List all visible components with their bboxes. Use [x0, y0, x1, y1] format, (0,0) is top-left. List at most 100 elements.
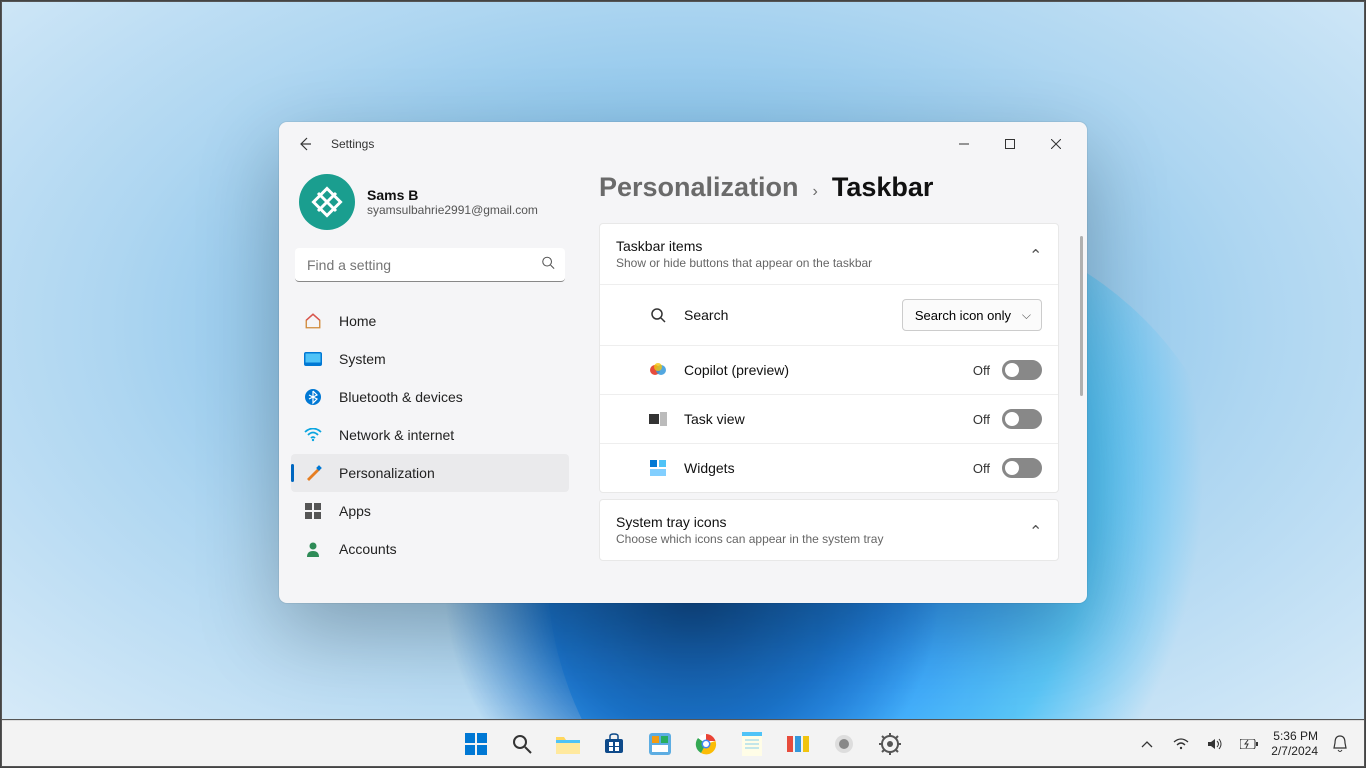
nav-label: Apps	[339, 503, 371, 519]
pinned-app-1[interactable]	[640, 724, 680, 764]
search-mode-dropdown[interactable]: Search icon only	[902, 299, 1042, 331]
task-view-toggle[interactable]	[1002, 409, 1042, 429]
folder-icon	[556, 734, 580, 754]
clock-time: 5:36 PM	[1271, 729, 1318, 743]
chrome-button[interactable]	[686, 724, 726, 764]
search-box	[295, 248, 565, 282]
app-icon	[833, 733, 855, 755]
store-icon	[603, 733, 625, 755]
back-arrow-icon	[297, 136, 313, 152]
wifi-icon	[303, 425, 323, 445]
paintbrush-icon	[303, 463, 323, 483]
clock-date: 2/7/2024	[1271, 744, 1318, 758]
profile-block[interactable]: Sams B syamsulbahrie2991@gmail.com	[291, 166, 569, 248]
maximize-icon	[1005, 139, 1015, 149]
toggle-state-label: Off	[973, 363, 990, 378]
notifications-button[interactable]	[1328, 735, 1352, 753]
os-taskbar: 5:36 PM 2/7/2024	[2, 720, 1364, 766]
row-label: Search	[684, 307, 902, 323]
nav-label: Bluetooth & devices	[339, 389, 463, 405]
widgets-toggle[interactable]	[1002, 458, 1042, 478]
widgets-icon	[648, 458, 668, 478]
windows-icon	[465, 733, 487, 755]
microsoft-store-button[interactable]	[594, 724, 634, 764]
row-label: Task view	[684, 411, 973, 427]
tray-expand-button[interactable]	[1135, 740, 1159, 748]
taskbar-center	[456, 724, 910, 764]
toggle-state-label: Off	[973, 412, 990, 427]
breadcrumb: Personalization › Taskbar	[599, 166, 1059, 223]
pinned-app-2[interactable]	[778, 724, 818, 764]
person-icon	[303, 539, 323, 559]
app-icon	[787, 733, 809, 755]
nav-network[interactable]: Network & internet	[291, 416, 569, 454]
nav-bluetooth[interactable]: Bluetooth & devices	[291, 378, 569, 416]
tray-clock[interactable]: 5:36 PM 2/7/2024	[1271, 729, 1318, 758]
nav-accounts[interactable]: Accounts	[291, 530, 569, 568]
profile-name: Sams B	[367, 187, 538, 203]
home-icon	[303, 311, 323, 331]
breadcrumb-current: Taskbar	[832, 172, 934, 203]
back-button[interactable]	[287, 126, 323, 162]
close-icon	[1051, 139, 1061, 149]
card-subtitle: Show or hide buttons that appear on the …	[616, 256, 1029, 270]
copilot-icon	[648, 360, 668, 380]
battery-tray-icon[interactable]	[1237, 739, 1261, 749]
search-icon	[541, 256, 555, 275]
row-task-view: Task view Off	[600, 394, 1058, 443]
app-icon	[649, 733, 671, 755]
card-title: Taskbar items	[616, 238, 1029, 254]
card-header-taskbar-items[interactable]: Taskbar items Show or hide buttons that …	[600, 224, 1058, 284]
minimize-icon	[959, 139, 969, 149]
avatar	[299, 174, 355, 230]
file-explorer-button[interactable]	[548, 724, 588, 764]
search-input[interactable]	[295, 248, 565, 282]
system-icon	[303, 349, 323, 369]
settings-taskbar-button[interactable]	[870, 724, 910, 764]
task-view-icon	[648, 409, 668, 429]
wifi-tray-icon[interactable]	[1169, 738, 1193, 750]
nav-label: System	[339, 351, 386, 367]
battery-icon	[1240, 739, 1258, 749]
card-subtitle: Choose which icons can appear in the sys…	[616, 532, 1029, 546]
minimize-button[interactable]	[941, 128, 987, 160]
profile-email: syamsulbahrie2991@gmail.com	[367, 203, 538, 217]
pinned-app-3[interactable]	[824, 724, 864, 764]
row-copilot: Copilot (preview) Off	[600, 345, 1058, 394]
nav-home[interactable]: Home	[291, 302, 569, 340]
notepad-icon	[742, 732, 762, 756]
maximize-button[interactable]	[987, 128, 1033, 160]
row-widgets: Widgets Off	[600, 443, 1058, 492]
nav-label: Personalization	[339, 465, 435, 481]
card-taskbar-items: Taskbar items Show or hide buttons that …	[599, 223, 1059, 493]
card-title: System tray icons	[616, 514, 1029, 530]
desktop-wallpaper: Settings Sams B syamsulbahrie2991@gmail.…	[2, 2, 1364, 719]
card-header-system-tray[interactable]: System tray icons Choose which icons can…	[600, 500, 1058, 560]
avatar-knot-icon	[309, 184, 345, 220]
sidebar: Sams B syamsulbahrie2991@gmail.com	[279, 166, 579, 603]
apps-icon	[303, 501, 323, 521]
content-scrollbar[interactable]	[1080, 236, 1083, 396]
bell-icon	[1332, 735, 1348, 753]
nav-label: Network & internet	[339, 427, 454, 443]
settings-window: Settings Sams B syamsulbahrie2991@gmail.…	[279, 122, 1087, 603]
start-button[interactable]	[456, 724, 496, 764]
toggle-state-label: Off	[973, 461, 990, 476]
nav-system[interactable]: System	[291, 340, 569, 378]
search-icon	[511, 733, 533, 755]
notepad-button[interactable]	[732, 724, 772, 764]
chevron-right-icon: ›	[813, 183, 818, 201]
nav-list: Home System Bluetooth & devices Network …	[291, 298, 569, 603]
search-icon	[648, 305, 668, 325]
content-panel: Personalization › Taskbar Taskbar items …	[579, 166, 1087, 603]
row-search: Search Search icon only	[600, 284, 1058, 345]
taskbar-search-button[interactable]	[502, 724, 542, 764]
volume-tray-icon[interactable]	[1203, 737, 1227, 751]
nav-apps[interactable]: Apps	[291, 492, 569, 530]
copilot-toggle[interactable]	[1002, 360, 1042, 380]
nav-personalization[interactable]: Personalization	[291, 454, 569, 492]
close-button[interactable]	[1033, 128, 1079, 160]
breadcrumb-parent[interactable]: Personalization	[599, 172, 799, 203]
system-tray: 5:36 PM 2/7/2024	[1135, 729, 1364, 758]
titlebar: Settings	[279, 122, 1087, 166]
